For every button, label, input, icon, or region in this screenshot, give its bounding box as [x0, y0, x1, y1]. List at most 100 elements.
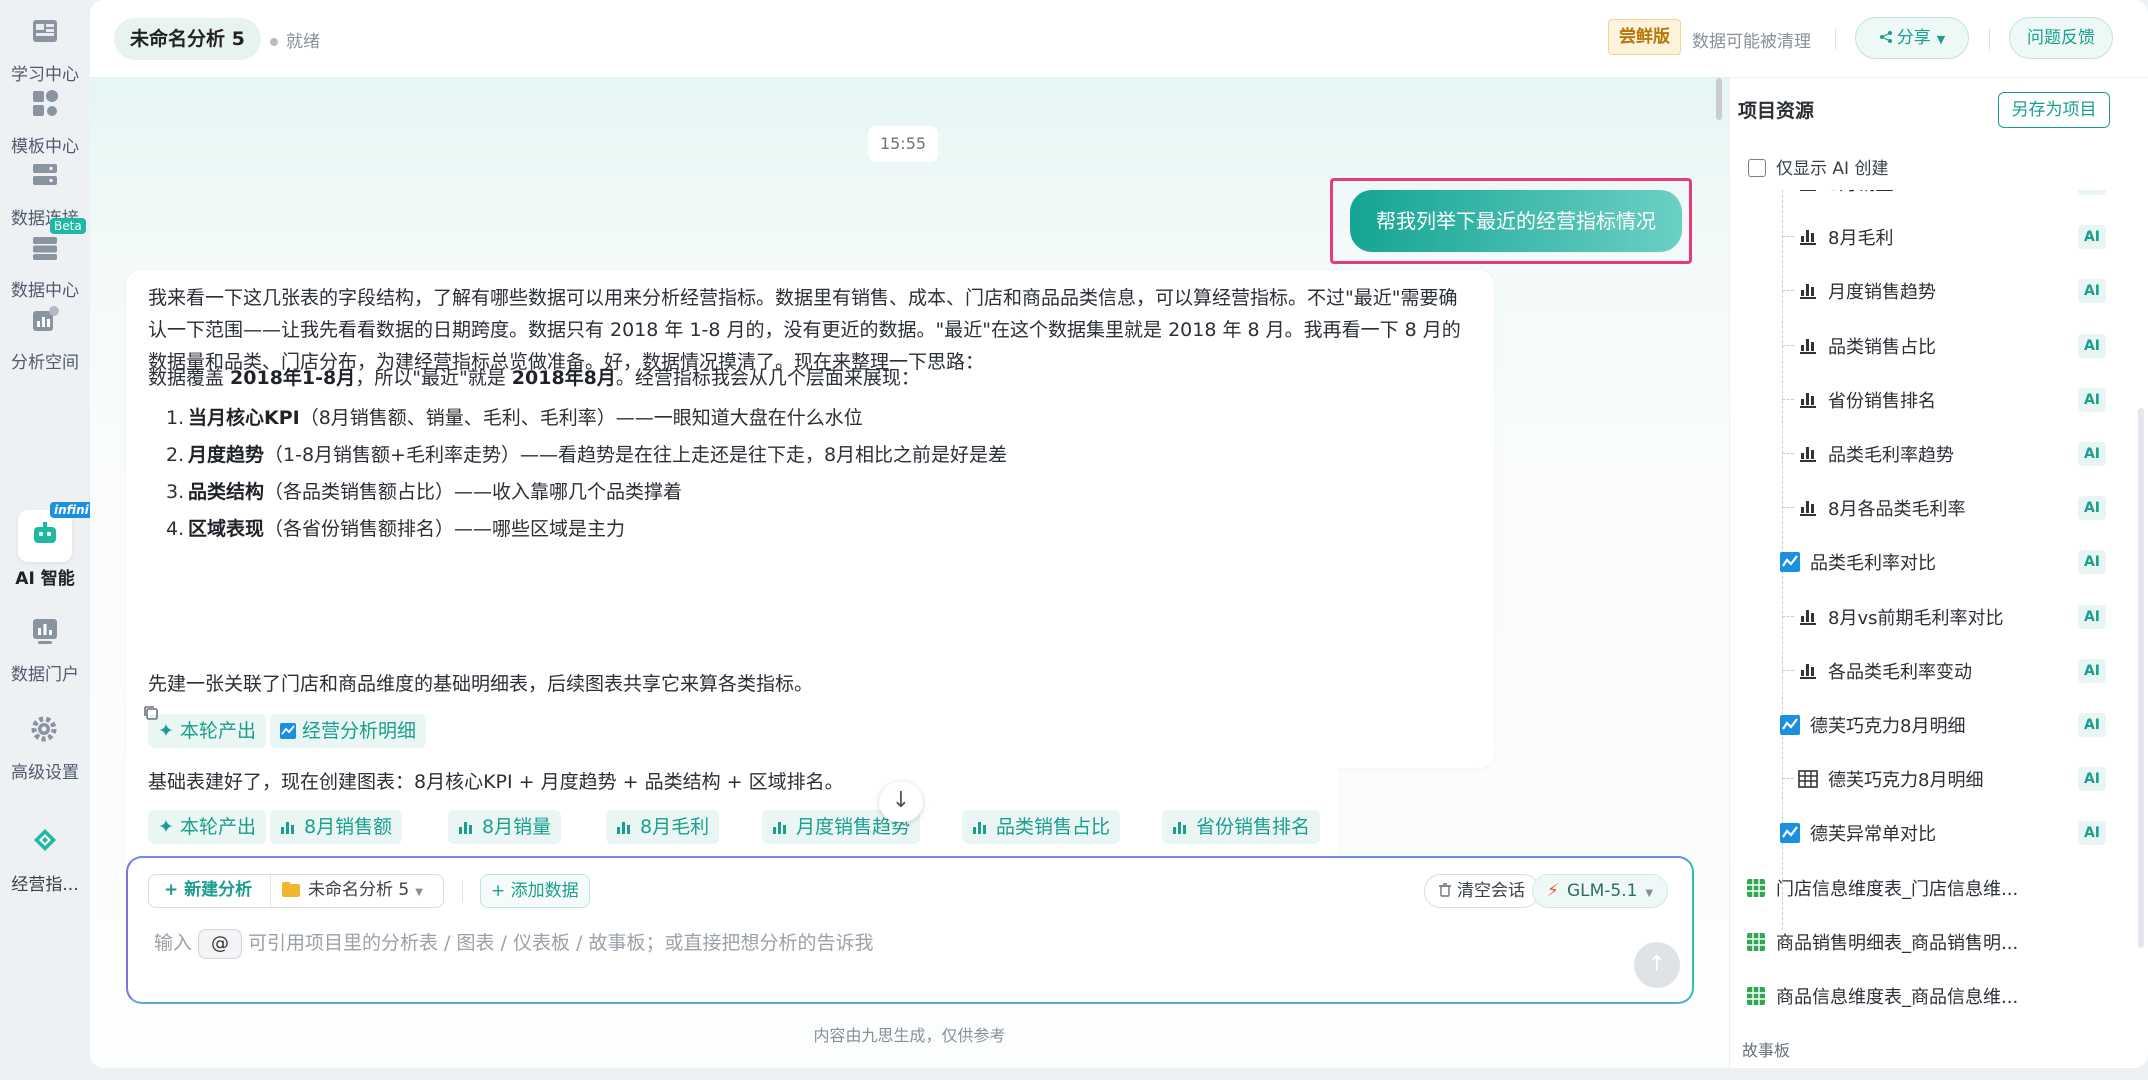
- checkbox[interactable]: [1748, 158, 1766, 177]
- tree-item[interactable]: 8月毛利 AI: [1730, 212, 2110, 262]
- nav-data-portal[interactable]: 数据门户: [0, 600, 90, 690]
- output-chip[interactable]: 品类销售占比: [962, 810, 1121, 844]
- tree-item[interactable]: 商品信息维度表_商品信息维...: [1730, 971, 2110, 1021]
- add-data-button[interactable]: + 添加数据: [480, 874, 590, 908]
- tree-connector: [1782, 615, 1794, 617]
- save-as-project-button[interactable]: 另存为项目: [1998, 92, 2110, 128]
- nav-analysis-space[interactable]: 分析空间: [0, 288, 90, 378]
- message-input[interactable]: 输入 @ 可引用项目里的分析表 / 图表 / 仪表板 / 故事板；或直接把想分析的告…: [154, 928, 873, 959]
- tree-connector: [1782, 236, 1794, 238]
- book-grid-icon: [33, 20, 57, 42]
- nav-business-indicators[interactable]: 经营指...: [0, 810, 90, 900]
- tree-item-label: 故事板: [1742, 1041, 1791, 1061]
- ai-list-item: 2. 月度趋势（1-8月销售额+毛利率走势）——看趋势是在往上走还是往下走，8月相…: [166, 444, 1008, 466]
- resource-tree: 8月销量AI8月毛利AI月度销售趋势AI品类销售占比AI省份销售排名AI品类毛利…: [1730, 190, 2148, 1068]
- tree-item[interactable]: 省份销售排名 AI: [1730, 375, 2110, 425]
- output-chip[interactable]: 8月销售额: [270, 810, 403, 844]
- analysis-title[interactable]: 未命名分析 5: [114, 18, 261, 60]
- tree-item-label: 德芙异常单对比: [1810, 824, 1936, 846]
- panel-scrollbar[interactable]: [2138, 408, 2144, 948]
- ai-created-badge: AI: [2078, 658, 2106, 683]
- clear-chat-button[interactable]: 清空会话: [1424, 874, 1540, 908]
- model-selector[interactable]: ⚡ GLM-5.1 ▼: [1532, 874, 1669, 908]
- tree-connector: [1782, 507, 1794, 509]
- tree-item-label: 商品销售明细表_商品销售明...: [1776, 932, 2019, 954]
- status-indicator: 就绪: [270, 27, 320, 52]
- bar-chart-icon: [973, 822, 986, 834]
- ai-outro-text: 先建一张关联了门店和商品维度的基础明细表，后续图表共享它来算各类指标。: [148, 673, 814, 695]
- only-ai-filter[interactable]: 仅显示 AI 创建: [1748, 154, 1888, 179]
- bar-chart-icon: [1173, 822, 1186, 834]
- tree-item[interactable]: 德芙异常单对比 AI: [1730, 808, 2110, 858]
- spreadsheet-icon: [1746, 932, 1766, 952]
- tree-item-label: 各品类毛利率变动: [1828, 661, 1972, 683]
- chat-composer: + 新建分析 未命名分析 5 ▼ + 添加数据 清空会话 ⚡ GLM-5.1 ▼ 输入…: [126, 856, 1694, 1004]
- bar-chart-icon: [1798, 661, 1818, 681]
- ai-created-badge: AI: [2078, 387, 2106, 412]
- tree-connector: [1782, 669, 1794, 671]
- line-chart-icon: [1780, 823, 1800, 844]
- copy-icon[interactable]: [142, 704, 160, 722]
- mention-at-button[interactable]: @: [198, 928, 243, 959]
- nav-advanced-settings[interactable]: 高级设置: [0, 698, 90, 788]
- nav-label: 数据门户: [11, 665, 79, 685]
- bar-chart-icon: [1798, 336, 1818, 356]
- new-analysis-button[interactable]: + 新建分析: [164, 874, 252, 908]
- tree-item-label: 德芙巧克力8月明细: [1810, 716, 1966, 737]
- output-chip[interactable]: 8月销量: [448, 810, 562, 844]
- tree-item[interactable]: 商品销售明细表_商品销售明...: [1730, 917, 2110, 967]
- tree-item[interactable]: 月度销售趋势 AI: [1730, 266, 2110, 316]
- ai-created-badge: AI: [2078, 713, 2106, 737]
- data-warning-text: 数据可能被清理: [1692, 32, 1811, 52]
- tree-item[interactable]: 品类毛利率趋势 AI: [1730, 429, 2110, 479]
- output-chip[interactable]: 省份销售排名: [1162, 810, 1321, 844]
- output-chip[interactable]: 8月毛利: [606, 810, 720, 844]
- tree-item[interactable]: 德芙巧克力8月明细 AI: [1730, 700, 2110, 750]
- tree-item[interactable]: 门店信息维度表_门店信息维...: [1730, 863, 2110, 913]
- nav-label: AI 智能: [15, 569, 75, 589]
- beta-badge: Beta: [50, 218, 86, 234]
- trash-icon: [1439, 883, 1451, 897]
- tree-item[interactable]: 各品类毛利率变动 AI: [1730, 646, 2110, 696]
- tree-item-label: 8月销量: [1828, 190, 1893, 196]
- divider: [270, 875, 271, 907]
- current-analysis-dropdown[interactable]: 未命名分析 5 ▼: [282, 874, 423, 908]
- top-bar: 未命名分析 5 就绪 尝鲜版 数据可能被清理 分享 ▼ 问题反馈: [90, 0, 2148, 78]
- bar-chart-icon: [281, 822, 294, 834]
- line-chart-icon: [280, 723, 296, 739]
- analysis-chart-icon: [33, 306, 59, 331]
- round-output-label: ✦ 本轮产出: [148, 810, 266, 844]
- feedback-button[interactable]: 问题反馈: [2009, 17, 2113, 59]
- diamond-logo-icon: [34, 829, 56, 851]
- tree-item[interactable]: 8月vs前期毛利率对比 AI: [1730, 592, 2110, 642]
- nav-ai-smart[interactable]: infini AI 智能: [0, 502, 93, 594]
- bar-chart-icon: [617, 822, 630, 834]
- chat-area: 15:55 帮我列举下最近的经营指标情况 我来看一下这几张表的字段结构，了解有哪…: [90, 78, 1729, 1068]
- nav-label: 分析空间: [11, 353, 79, 373]
- chat-scrollbar[interactable]: [1716, 78, 1722, 120]
- tree-item[interactable]: 德芙巧克力8月明细 AI: [1730, 754, 2110, 804]
- tree-item[interactable]: 品类销售占比 AI: [1730, 321, 2110, 371]
- status-text: 就绪: [286, 32, 320, 52]
- tree-connector: [1782, 453, 1794, 454]
- divider: [1989, 28, 1990, 50]
- tree-item[interactable]: 8月各品类毛利率 AI: [1730, 483, 2110, 533]
- chevron-down-icon: ▼: [1645, 888, 1654, 899]
- bar-chart-icon: [1798, 607, 1818, 627]
- tree-item-label: 品类销售占比: [1828, 336, 1936, 358]
- tree-item[interactable]: 8月销量 AI: [1730, 190, 2110, 208]
- tree-item[interactable]: 品类毛利率对比 AI: [1730, 537, 2110, 587]
- share-button[interactable]: 分享 ▼: [1855, 17, 1969, 59]
- ai-message-text: 基础表建好了，现在创建图表：8月核心KPI + 月度趋势 + 品类结构 + 区域…: [148, 771, 844, 793]
- divider: [1835, 28, 1836, 50]
- send-button[interactable]: ↑: [1634, 942, 1680, 988]
- tree-item-label: 品类毛利率对比: [1810, 553, 1936, 575]
- infini-badge: infini: [50, 502, 93, 518]
- ai-created-badge: AI: [2078, 225, 2106, 250]
- output-chip-detail[interactable]: 经营分析明细: [270, 714, 427, 748]
- gear-icon: [31, 716, 57, 742]
- tree-item[interactable]: 故事板: [1730, 1025, 2110, 1068]
- robot-icon: [34, 522, 56, 543]
- scroll-to-bottom-button[interactable]: ↓: [879, 782, 923, 822]
- nav-label: 高级设置: [11, 763, 79, 783]
